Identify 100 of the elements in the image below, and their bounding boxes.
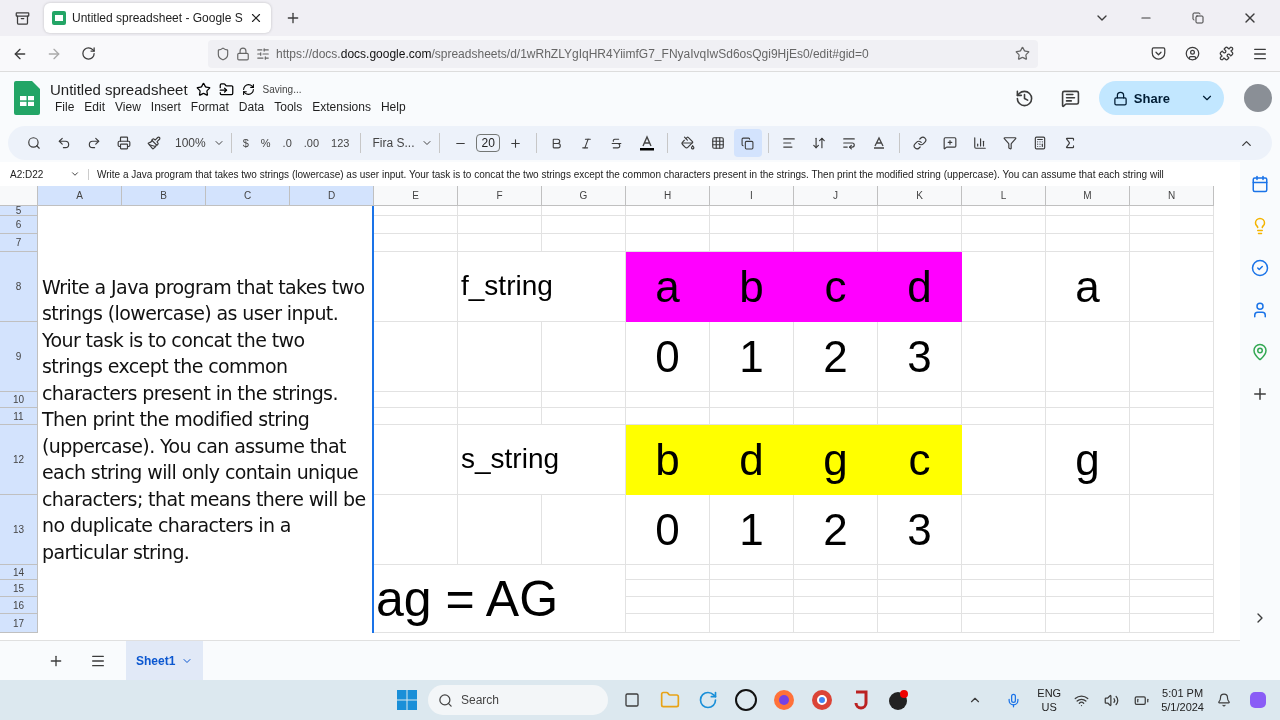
empty-cell[interactable]: [1046, 392, 1130, 408]
empty-cell[interactable]: [710, 206, 794, 216]
column-header[interactable]: F: [458, 186, 542, 206]
empty-cell[interactable]: [1046, 565, 1130, 580]
column-header[interactable]: J: [794, 186, 878, 206]
empty-cell[interactable]: [962, 206, 1046, 216]
empty-cell[interactable]: [710, 580, 794, 597]
empty-cell[interactable]: [458, 216, 542, 234]
menu-item[interactable]: Extensions: [307, 97, 376, 116]
row-header[interactable]: 5: [0, 206, 38, 216]
empty-cell[interactable]: [794, 580, 878, 597]
column-header[interactable]: A: [38, 186, 122, 206]
menu-item[interactable]: Edit: [79, 97, 111, 116]
font-size-field[interactable]: 20: [476, 134, 500, 152]
format-button[interactable]: 123: [326, 137, 355, 149]
empty-cell[interactable]: [1130, 408, 1214, 425]
column-header[interactable]: I: [710, 186, 794, 206]
column-header[interactable]: C: [206, 186, 290, 206]
select-all-corner[interactable]: [0, 186, 38, 206]
empty-cell[interactable]: [710, 614, 794, 633]
empty-cell[interactable]: [1046, 580, 1130, 597]
empty-cell[interactable]: [878, 216, 962, 234]
share-button[interactable]: Share: [1098, 81, 1224, 115]
row-header[interactable]: 9: [0, 322, 38, 392]
merge-cells-icon[interactable]: [733, 129, 762, 157]
empty-cell[interactable]: [542, 216, 626, 234]
empty-cell[interactable]: [794, 206, 878, 216]
start-icon[interactable]: [396, 689, 418, 711]
row-header[interactable]: 7: [0, 234, 38, 252]
empty-cell[interactable]: [794, 614, 878, 633]
menu-item[interactable]: Insert: [145, 97, 186, 116]
column-header[interactable]: G: [542, 186, 626, 206]
row-header[interactable]: 12: [0, 425, 38, 495]
menu-item[interactable]: Tools: [269, 97, 308, 116]
empty-cell[interactable]: [878, 597, 962, 614]
menu-item[interactable]: Format: [185, 97, 234, 116]
taskbar-search[interactable]: Search: [428, 685, 608, 715]
bookmark-star-icon[interactable]: [1015, 46, 1030, 61]
row-header[interactable]: 15: [0, 580, 38, 597]
empty-cell[interactable]: [962, 216, 1046, 234]
name-box[interactable]: A2:D22: [10, 168, 80, 180]
zoom-select[interactable]: 100%: [170, 136, 211, 150]
empty-cell[interactable]: [962, 614, 1046, 633]
row-header[interactable]: 6: [0, 216, 38, 234]
empty-cell[interactable]: [1130, 565, 1214, 580]
empty-cell[interactable]: [1046, 614, 1130, 633]
menu-item[interactable]: Data: [233, 97, 270, 116]
region-text[interactable]: US: [1041, 700, 1057, 714]
row-header[interactable]: 10: [0, 392, 38, 408]
column-header[interactable]: B: [122, 186, 206, 206]
column-header[interactable]: E: [374, 186, 458, 206]
empty-cell[interactable]: [962, 597, 1046, 614]
empty-cell[interactable]: [1046, 206, 1130, 216]
empty-cell[interactable]: [626, 216, 710, 234]
empty-cell[interactable]: [878, 580, 962, 597]
row-header[interactable]: 17: [0, 614, 38, 633]
empty-cell[interactable]: [458, 206, 542, 216]
clock-date[interactable]: 5/1/2024: [1161, 700, 1204, 714]
empty-cell[interactable]: [794, 597, 878, 614]
permissions-icon[interactable]: [256, 46, 270, 61]
empty-cell[interactable]: [878, 206, 962, 216]
empty-cell[interactable]: [1130, 495, 1214, 565]
star-icon[interactable]: [195, 81, 211, 97]
formula-text[interactable]: Write a Java program that takes two strings (lowercase) as user input. Your task is to concat the two strings except the common characters present in the strings. Then print the modified string (uppercase). You can assume that each string will: [88, 168, 1230, 180]
empty-cell[interactable]: [710, 597, 794, 614]
clock-time[interactable]: 5:01 PM: [1162, 686, 1204, 700]
empty-cell[interactable]: [1046, 216, 1130, 234]
document-title[interactable]: Untitled spreadsheet: [50, 80, 188, 98]
empty-cell[interactable]: [1130, 580, 1214, 597]
column-header[interactable]: M: [1046, 186, 1130, 206]
empty-cell[interactable]: [794, 216, 878, 234]
empty-cell[interactable]: [542, 206, 626, 216]
menu-item[interactable]: Help: [375, 97, 411, 116]
font-select[interactable]: Fira S...: [367, 136, 420, 150]
column-header[interactable]: D: [290, 186, 374, 206]
empty-cell[interactable]: [962, 408, 1046, 425]
format-button[interactable]: .00: [298, 137, 325, 149]
app-circle-icon[interactable]: [732, 686, 760, 714]
move-folder-icon[interactable]: [218, 81, 234, 97]
row-header[interactable]: 8: [0, 252, 38, 322]
menu-item[interactable]: File: [50, 97, 80, 116]
sheets-logo-icon[interactable]: [14, 81, 40, 115]
empty-cell[interactable]: [458, 392, 542, 408]
empty-cell[interactable]: [1130, 234, 1214, 252]
column-header[interactable]: K: [878, 186, 962, 206]
empty-cell[interactable]: [710, 216, 794, 234]
empty-cell[interactable]: [962, 234, 1046, 252]
row-header[interactable]: 16: [0, 597, 38, 614]
menu-item[interactable]: View: [110, 97, 146, 116]
column-header[interactable]: N: [1130, 186, 1214, 206]
empty-cell[interactable]: [1130, 392, 1214, 408]
row-header[interactable]: 11: [0, 408, 38, 425]
format-button[interactable]: .0: [277, 137, 297, 149]
empty-cell[interactable]: [1130, 322, 1214, 392]
sheet-tab[interactable]: Sheet1: [126, 640, 204, 681]
empty-cell[interactable]: [1130, 597, 1214, 614]
empty-cell[interactable]: [542, 392, 626, 408]
empty-cell[interactable]: [1130, 206, 1214, 216]
empty-cell[interactable]: [878, 614, 962, 633]
empty-cell[interactable]: [626, 206, 710, 216]
